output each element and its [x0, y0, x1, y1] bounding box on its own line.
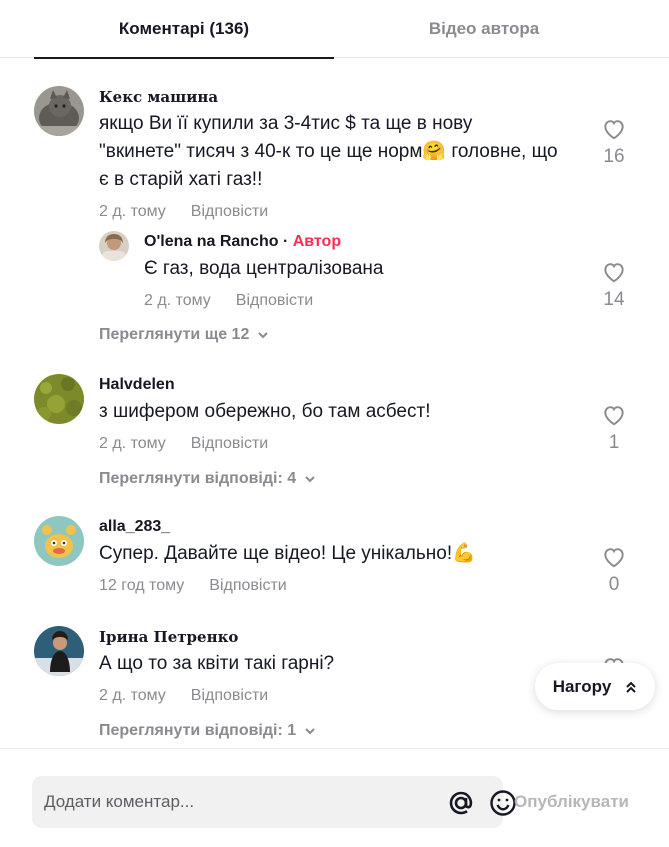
back-to-top-label: Нагору: [552, 676, 612, 696]
like-button[interactable]: 14: [594, 259, 634, 311]
view-more-label: Переглянути відповіді: 4: [99, 470, 297, 487]
comment-input-box: [32, 776, 516, 828]
view-more-replies-button[interactable]: Переглянути відповіді: 4: [99, 470, 317, 488]
chevron-down-icon: [258, 332, 269, 339]
like-button[interactable]: 16: [594, 116, 634, 168]
avatar[interactable]: [99, 231, 129, 261]
like-count: 0: [608, 574, 620, 595]
heart-icon: [604, 120, 624, 140]
view-more-replies-button[interactable]: Переглянути відповіді: 1: [99, 722, 317, 740]
comment-username[interactable]: Halvdelen: [99, 374, 559, 396]
comment-list: Кекс машина якщо Ви її купили за 3-4тис …: [0, 58, 669, 748]
chevron-down-icon: [305, 728, 315, 735]
view-more-replies-button[interactable]: Переглянути ще 12: [99, 326, 270, 344]
like-button[interactable]: 1: [594, 402, 634, 454]
reply-text: Є газ, вода централізована: [144, 258, 384, 279]
reply-button[interactable]: Відповісти: [191, 203, 268, 221]
like-button[interactable]: 0: [594, 544, 634, 596]
view-more-label: Переглянути відповіді: 1: [99, 722, 297, 739]
comment-time: 2 д. тому: [99, 203, 166, 220]
double-chevron-up-icon: [626, 681, 637, 693]
back-to-top-button[interactable]: Нагору: [535, 663, 655, 710]
like-count: 14: [603, 289, 625, 310]
comment-text: з шифером обережно, бо там асбест!: [99, 401, 431, 422]
comment-time: 2 д. тому: [99, 435, 166, 452]
avatar[interactable]: [34, 86, 84, 136]
view-more-label: Переглянути ще 12: [99, 326, 250, 343]
reply-button[interactable]: Відповісти: [209, 577, 286, 595]
reply-username[interactable]: O'lena na Rancho: [144, 233, 279, 250]
comment-time: 12 год тому: [99, 577, 185, 594]
comment-username[interactable]: alla_283_: [99, 516, 559, 538]
heart-icon: [604, 263, 624, 283]
comment-input[interactable]: [44, 776, 404, 828]
heart-icon: [604, 406, 624, 426]
reply-button[interactable]: Відповісти: [236, 292, 313, 310]
tab-bar: Коментарі (136) Відео автора: [0, 0, 669, 59]
comment-text: Супер. Давайте ще відео! Це унікально!💪: [99, 543, 476, 564]
tab-author-videos[interactable]: Відео автора: [334, 0, 634, 58]
reply-button[interactable]: Відповісти: [191, 435, 268, 453]
heart-icon: [604, 548, 624, 568]
avatar[interactable]: [34, 516, 84, 566]
reply-time: 2 д. тому: [144, 292, 211, 309]
reply-button[interactable]: Відповісти: [191, 687, 268, 705]
chevron-down-icon: [305, 476, 315, 483]
author-badge: Автор: [292, 233, 342, 250]
separator-dot: ·: [282, 233, 289, 250]
comment-username[interactable]: Ірина Петренко: [99, 626, 559, 648]
comment-username[interactable]: Кекс машина: [99, 86, 559, 108]
like-count: 16: [603, 146, 625, 167]
comment-time: 2 д. тому: [99, 687, 166, 704]
avatar[interactable]: [34, 374, 84, 424]
reply-item: O'lena na Rancho · Автор Є газ, вода цен…: [99, 231, 634, 311]
avatar[interactable]: [34, 626, 84, 676]
comment-text: А що то за квіти такі гарні?: [99, 653, 335, 674]
reply-username-line: O'lena na Rancho · Автор: [144, 231, 544, 253]
tab-comments[interactable]: Коментарі (136): [34, 0, 334, 59]
comment-text: якщо Ви її купили за 3-4тис $ та ще в но…: [99, 113, 558, 190]
at-icon[interactable]: [446, 788, 476, 818]
like-count: 1: [608, 432, 620, 453]
publish-button[interactable]: Опублікувати: [514, 776, 629, 828]
comment-composer: Опублікувати: [0, 748, 669, 847]
